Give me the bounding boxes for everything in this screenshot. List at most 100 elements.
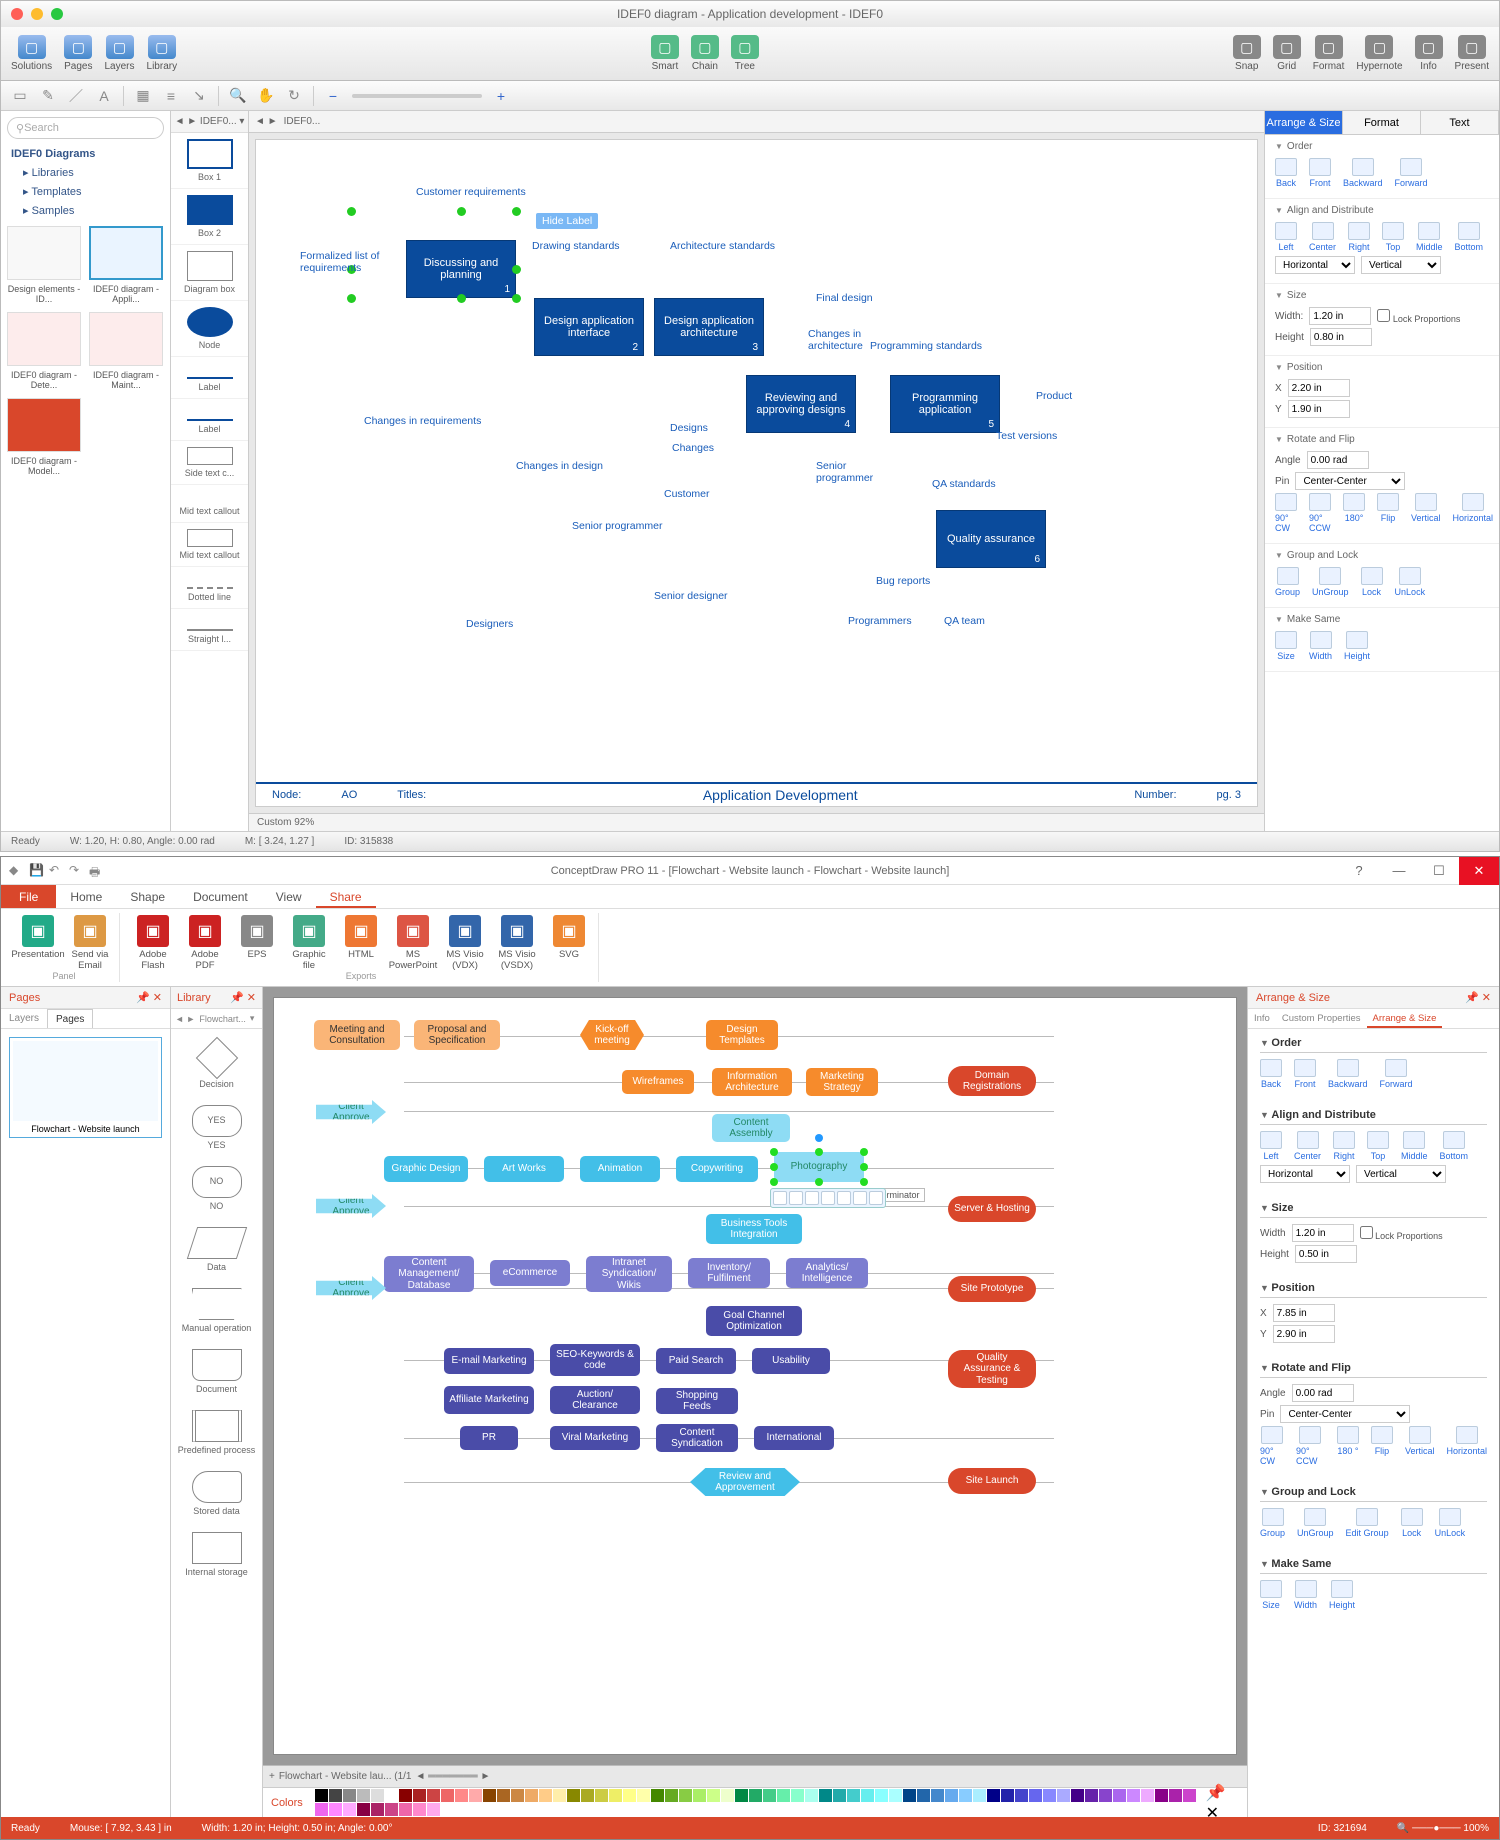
flow-box[interactable]: Marketing Strategy [806, 1068, 878, 1096]
flow-box[interactable]: Goal Channel Optimization [706, 1306, 802, 1336]
flow-box[interactable]: Copywriting [676, 1156, 758, 1182]
back-button[interactable]: Back [1260, 1059, 1282, 1089]
zoom-out-icon[interactable]: − [324, 87, 342, 105]
msvisiovdx-button[interactable]: ▣MS Visio (VDX) [442, 915, 488, 971]
idef-box-6[interactable]: Quality assurance6 [936, 510, 1046, 568]
diagram-canvas[interactable]: Node: AO Titles: Application Development… [255, 139, 1258, 807]
color-swatch[interactable] [539, 1789, 552, 1802]
flow-box[interactable]: Quality Assurance & Testing [948, 1350, 1036, 1388]
msvisiovsdx-button[interactable]: ▣MS Visio (VSDX) [494, 915, 540, 971]
color-swatch[interactable] [329, 1789, 342, 1802]
color-swatch[interactable] [553, 1789, 566, 1802]
adobepdf-button[interactable]: ▣Adobe PDF [182, 915, 228, 971]
height-button[interactable]: Height [1344, 631, 1370, 661]
lock-proportions[interactable] [1377, 309, 1390, 322]
library-button[interactable]: ▢Library [147, 35, 178, 72]
connect-icon[interactable]: ↘ [190, 87, 208, 105]
right-button[interactable]: Right [1333, 1131, 1355, 1161]
color-swatch[interactable] [483, 1789, 496, 1802]
pin-icon[interactable]: 📌 ✕ [136, 991, 162, 1004]
center-button[interactable]: Center [1309, 222, 1336, 252]
flow-box[interactable]: SEO-Keywords & code [550, 1344, 640, 1376]
color-swatch[interactable] [343, 1789, 356, 1802]
svg-button[interactable]: ▣SVG [546, 915, 592, 971]
color-swatch[interactable] [609, 1789, 622, 1802]
color-swatch[interactable] [819, 1789, 832, 1802]
sendviaemail-button[interactable]: ▣Send via Email [67, 915, 113, 971]
vertical-button[interactable]: Vertical [1405, 1426, 1435, 1466]
color-swatch[interactable] [721, 1789, 734, 1802]
group-button[interactable]: Group [1260, 1508, 1285, 1538]
hand-icon[interactable]: ✋ [257, 87, 275, 105]
pointer-icon[interactable]: ▭ [11, 87, 29, 105]
color-swatch[interactable] [455, 1789, 468, 1802]
color-swatch[interactable] [399, 1803, 412, 1816]
color-swatch[interactable] [959, 1789, 972, 1802]
color-swatch[interactable] [525, 1789, 538, 1802]
color-swatch[interactable] [917, 1789, 930, 1802]
tab-text[interactable]: Text [1421, 111, 1499, 134]
present-button[interactable]: ▢Present [1455, 35, 1489, 72]
center-button[interactable]: Center [1294, 1131, 1321, 1161]
width-button[interactable]: Width [1309, 631, 1332, 661]
minimize-icon[interactable]: — [1379, 857, 1419, 885]
lib-shape[interactable]: Predefined process [171, 1402, 262, 1463]
color-swatch[interactable] [441, 1789, 454, 1802]
color-swatch[interactable] [749, 1789, 762, 1802]
height-button[interactable]: Height [1329, 1580, 1355, 1610]
idef-box-2[interactable]: Design application interface2 [534, 298, 644, 356]
shape-mini-toolbar[interactable] [770, 1188, 886, 1208]
stencil-item[interactable]: Label [171, 399, 248, 441]
color-swatch[interactable] [343, 1803, 356, 1816]
color-swatch[interactable] [357, 1789, 370, 1802]
flip-button[interactable]: Flip [1371, 1426, 1393, 1466]
tree-item[interactable]: ▸ Libraries [1, 163, 170, 182]
flow-box[interactable]: E-mail Marketing [444, 1348, 534, 1374]
color-swatch[interactable] [1015, 1789, 1028, 1802]
zoom-slider[interactable] [352, 94, 482, 98]
lib-shape[interactable]: NONO [171, 1158, 262, 1219]
ungroup-button[interactable]: UnGroup [1312, 567, 1349, 597]
stencil-item[interactable]: Side text c... [171, 441, 248, 485]
color-swatch[interactable] [1127, 1789, 1140, 1802]
zoom-in-icon[interactable]: + [492, 87, 510, 105]
page-thumbnail[interactable]: Flowchart - Website launch [9, 1037, 162, 1138]
flow-box[interactable]: Site Prototype [948, 1276, 1036, 1302]
color-swatch[interactable] [1099, 1789, 1112, 1802]
flow-box[interactable]: Intranet Syndication/ Wikis [586, 1256, 672, 1292]
bottom-button[interactable]: Bottom [1455, 222, 1484, 252]
unlock-button[interactable]: UnLock [1395, 567, 1426, 597]
snap-button[interactable]: ▢Snap [1233, 35, 1261, 72]
flow-box[interactable]: Auction/ Clearance [550, 1386, 640, 1414]
color-swatch[interactable] [511, 1789, 524, 1802]
page-thumb[interactable]: IDEF0 diagram - Maint... [89, 312, 163, 390]
width-button[interactable]: Width [1294, 1580, 1317, 1610]
flow-box[interactable]: Design Templates [706, 1020, 778, 1050]
color-swatch[interactable] [413, 1789, 426, 1802]
flow-box[interactable]: Kick-off meeting [580, 1020, 644, 1050]
file-tab[interactable]: File [1, 885, 56, 908]
flow-box[interactable]: Animation [580, 1156, 660, 1182]
bottom-button[interactable]: Bottom [1440, 1131, 1469, 1161]
horizontal-button[interactable]: Horizontal [1446, 1426, 1487, 1466]
color-swatch[interactable] [987, 1789, 1000, 1802]
ccw-button[interactable]: 90° CCW [1309, 493, 1331, 533]
color-swatch[interactable] [903, 1789, 916, 1802]
color-swatch[interactable] [595, 1789, 608, 1802]
color-swatch[interactable] [1043, 1789, 1056, 1802]
eps-button[interactable]: ▣EPS [234, 915, 280, 971]
flow-box[interactable]: Content Management/ Database [384, 1256, 474, 1292]
flow-box[interactable]: Usability [752, 1348, 830, 1374]
front-button[interactable]: Front [1294, 1059, 1316, 1089]
color-swatch[interactable] [875, 1789, 888, 1802]
horizontal-button[interactable]: Horizontal [1453, 493, 1494, 533]
tab-format[interactable]: Format [1343, 111, 1421, 134]
color-swatch[interactable] [945, 1789, 958, 1802]
top-button[interactable]: Top [1382, 222, 1404, 252]
color-swatch[interactable] [581, 1789, 594, 1802]
ccw-button[interactable]: 90° CCW [1296, 1426, 1325, 1466]
-button[interactable]: 180 ° [1337, 1426, 1359, 1466]
x-input[interactable] [1288, 379, 1350, 397]
lib-shape[interactable]: YESYES [171, 1097, 262, 1158]
maximize-icon[interactable]: ☐ [1419, 857, 1459, 885]
